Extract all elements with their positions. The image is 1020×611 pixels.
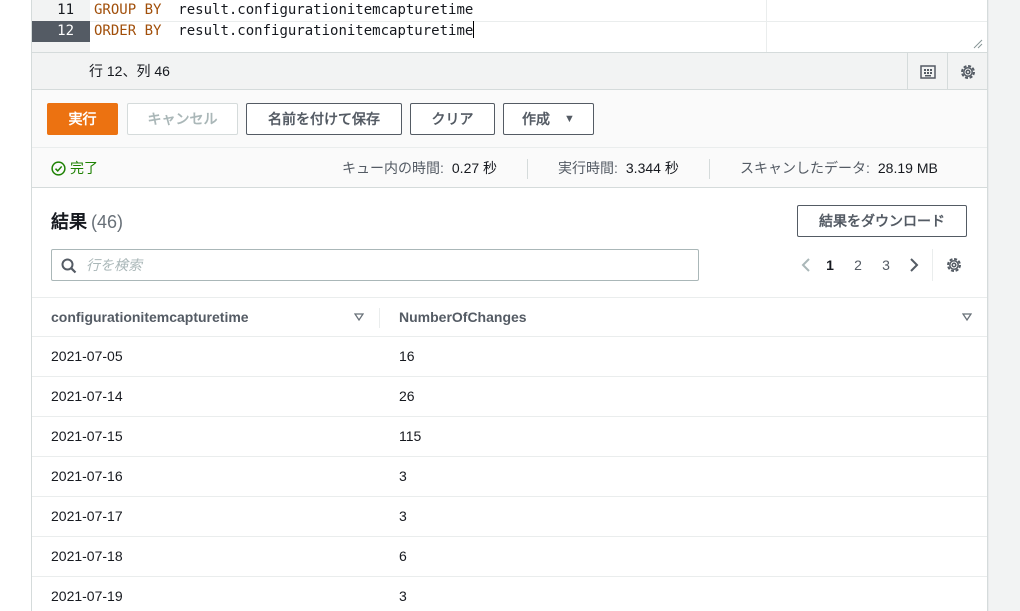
pager-divider — [932, 249, 933, 281]
results-count: (46) — [91, 212, 124, 232]
results-table-body: 2021-07-05 16 2021-07-14 26 2021-07-15 1… — [32, 337, 987, 611]
cell-numberofchanges: 3 — [399, 468, 407, 484]
save-as-button[interactable]: 名前を付けて保存 — [246, 103, 402, 135]
gear-icon — [960, 64, 975, 79]
code-text[interactable]: ORDER BY result.configurationitemcapture… — [94, 21, 475, 42]
table-row[interactable]: 2021-07-16 3 — [32, 457, 987, 497]
row-search-input[interactable] — [86, 250, 686, 280]
scanned-data-stat: スキャンしたデータ: 28.19 MB — [740, 148, 938, 188]
results-heading: 結果 (46) — [51, 208, 123, 234]
status-indicator: 完了 — [51, 148, 98, 188]
scanned-value: 28.19 MB — [877, 160, 938, 176]
cell-numberofchanges: 3 — [399, 588, 407, 604]
queue-time-value: 0.27 秒 — [451, 160, 498, 176]
run-time-value: 3.344 秒 — [625, 160, 679, 176]
gear-icon — [947, 258, 961, 272]
page-2-button[interactable]: 2 — [850, 254, 866, 276]
cell-numberofchanges: 26 — [399, 388, 415, 404]
next-page-button[interactable] — [904, 254, 924, 276]
success-check-icon — [51, 160, 66, 176]
stat-divider — [709, 159, 710, 179]
code-line-active[interactable]: 12 ORDER BY result.configurationitemcapt… — [32, 21, 987, 42]
stat-divider — [527, 159, 528, 179]
sql-keyword: ORDER BY — [94, 23, 162, 39]
download-results-button[interactable]: 結果をダウンロード — [797, 205, 967, 237]
athena-query-page: 11 GROUP BY result.configurationitemcapt… — [0, 0, 1020, 611]
right-scroll-strip — [988, 0, 1020, 611]
page-1-button[interactable]: 1 — [822, 254, 838, 276]
row-search-field[interactable] — [51, 249, 699, 281]
query-stats: 完了 キュー内の時間: 0.27 秒 実行時間: 3.344 秒 スキャンしたデータ… — [32, 148, 987, 188]
sql-expression: result.configurationitemcapturetime — [178, 23, 474, 39]
results-title: 結果 — [51, 212, 87, 232]
cell-capturetime: 2021-07-14 — [51, 388, 123, 404]
run-button[interactable]: 実行 — [47, 103, 118, 135]
cell-capturetime: 2021-07-05 — [51, 348, 123, 364]
editor-status-bar: 行 12、列 46 — [32, 52, 987, 90]
cell-capturetime: 2021-07-18 — [51, 548, 123, 564]
clear-button[interactable]: クリア — [410, 103, 495, 135]
results-table-header: configurationitemcapturetime NumberOfCha… — [32, 297, 987, 337]
search-icon — [61, 258, 77, 274]
queue-time-stat: キュー内の時間: 0.27 秒 — [342, 148, 497, 188]
run-time-label: 実行時間: — [558, 160, 618, 176]
query-panel: 11 GROUP BY result.configurationitemcapt… — [31, 0, 988, 611]
column-header-numberofchanges[interactable]: NumberOfChanges — [399, 298, 527, 337]
keyboard-icon — [919, 64, 936, 79]
sql-keyword: GROUP BY — [94, 2, 162, 18]
cell-capturetime: 2021-07-19 — [51, 588, 123, 604]
keyboard-shortcuts-button[interactable] — [907, 53, 947, 90]
cell-capturetime: 2021-07-15 — [51, 428, 123, 444]
create-dropdown-button[interactable]: 作成 ▼ — [503, 103, 594, 135]
cell-numberofchanges: 3 — [399, 508, 407, 524]
sort-caret-icon[interactable] — [962, 312, 972, 322]
sql-editor[interactable]: 11 GROUP BY result.configurationitemcapt… — [32, 0, 987, 52]
cursor-position: 行 12、列 46 — [89, 63, 170, 79]
sort-caret-icon[interactable] — [354, 312, 364, 322]
cell-capturetime: 2021-07-17 — [51, 508, 123, 524]
line-number: 11 — [57, 2, 74, 18]
prev-page-button[interactable] — [796, 254, 816, 276]
code-line[interactable]: 11 GROUP BY result.configurationitemcapt… — [32, 0, 987, 21]
create-label: 作成 — [522, 111, 551, 127]
queue-time-label: キュー内の時間: — [342, 160, 444, 176]
cell-numberofchanges: 6 — [399, 548, 407, 564]
table-row[interactable]: 2021-07-18 6 — [32, 537, 987, 577]
table-row[interactable]: 2021-07-15 115 — [32, 417, 987, 457]
table-row[interactable]: 2021-07-05 16 — [32, 337, 987, 377]
table-row[interactable]: 2021-07-17 3 — [32, 497, 987, 537]
chevron-left-icon — [801, 258, 810, 272]
query-actions: 実行 キャンセル 名前を付けて保存 クリア 作成 ▼ — [32, 90, 987, 148]
table-preferences-button[interactable] — [943, 254, 965, 276]
cancel-button[interactable]: キャンセル — [127, 103, 238, 135]
cell-numberofchanges: 16 — [399, 348, 415, 364]
column-divider[interactable] — [379, 308, 380, 328]
table-row[interactable]: 2021-07-14 26 — [32, 377, 987, 417]
chevron-right-icon — [910, 258, 919, 272]
scanned-label: スキャンしたデータ: — [740, 160, 870, 176]
line-number-active: 12 — [32, 21, 90, 42]
text-cursor — [473, 21, 475, 38]
run-time-stat: 実行時間: 3.344 秒 — [558, 148, 679, 188]
sql-expression: result.configurationitemcapturetime — [178, 2, 474, 18]
resize-grip-icon[interactable] — [971, 37, 983, 49]
table-row[interactable]: 2021-07-19 3 — [32, 577, 987, 611]
cell-capturetime: 2021-07-16 — [51, 468, 123, 484]
cell-numberofchanges: 115 — [399, 428, 422, 444]
code-text[interactable]: GROUP BY result.configurationitemcapture… — [94, 0, 473, 21]
editor-settings-button[interactable] — [947, 53, 987, 90]
column-header-capturetime[interactable]: configurationitemcapturetime — [51, 298, 249, 337]
page-3-button[interactable]: 3 — [878, 254, 894, 276]
caret-down-icon: ▼ — [564, 113, 575, 125]
status-text: 完了 — [70, 160, 98, 176]
